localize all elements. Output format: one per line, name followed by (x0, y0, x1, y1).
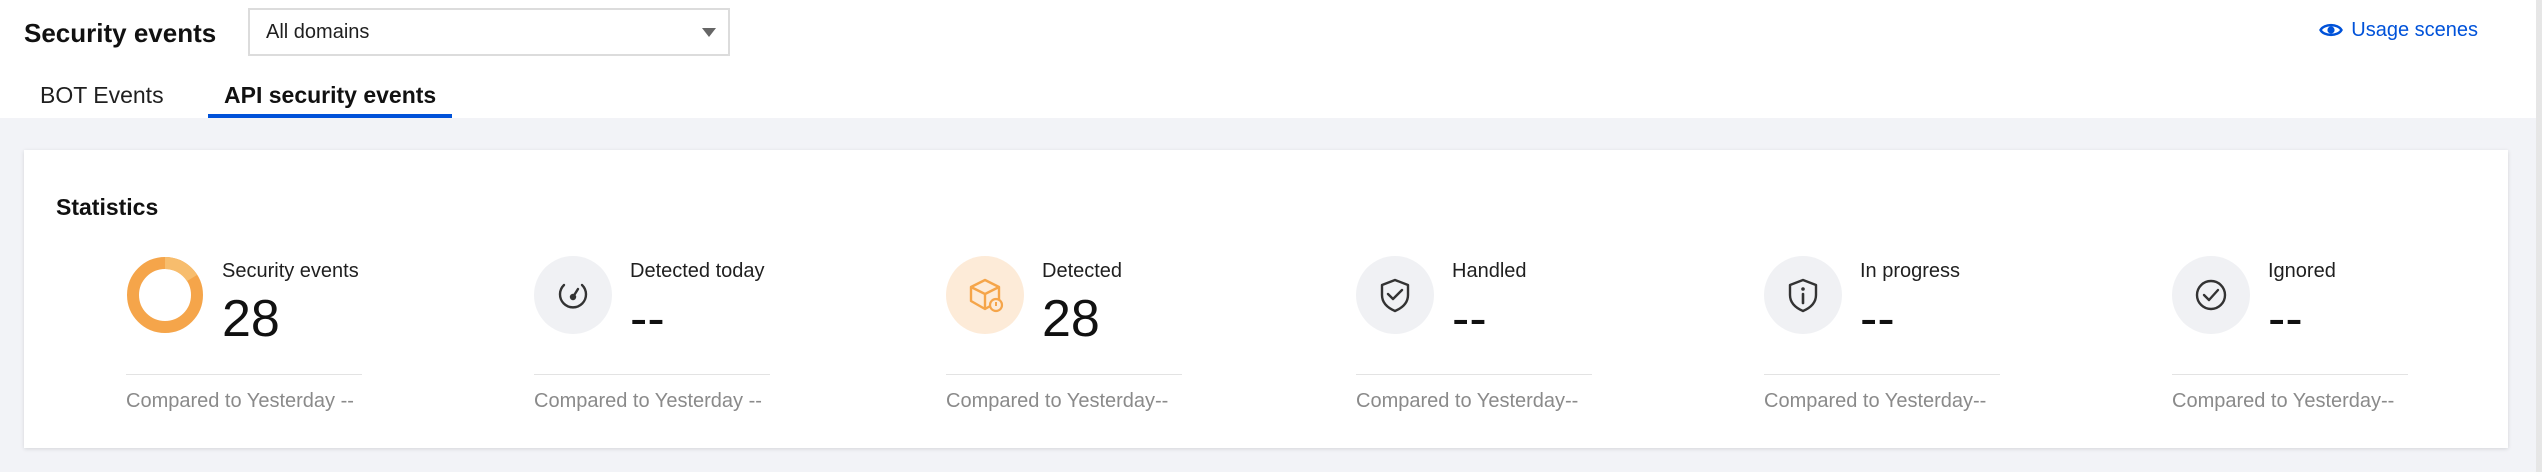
scrollbar[interactable] (2536, 0, 2542, 472)
tab-bot-events[interactable]: BOT Events (40, 72, 164, 118)
stat-value: 28 (222, 290, 280, 348)
stat-label: Security events (222, 260, 359, 282)
stat-label: In progress (1860, 260, 1961, 282)
stat-compare: Compared to Yesterday-- (1764, 390, 1987, 412)
stat-compare: Compared to Yesterday-- (946, 390, 1169, 412)
shield-info-icon (1764, 256, 1842, 334)
statistics-title: Statistics (56, 194, 159, 220)
stat-value: -- (2268, 290, 2303, 348)
page-title: Security events (24, 18, 217, 48)
divider (2172, 374, 2408, 375)
active-tab-indicator (208, 114, 452, 118)
stat-compare: Compared to Yesterday-- (2172, 390, 2395, 412)
stat-value: 28 (1042, 290, 1100, 348)
stat-security-events: Security events 28 Compared to Yesterday… (126, 256, 426, 426)
divider (1356, 374, 1592, 375)
stat-label: Handled (1452, 260, 1527, 282)
gauge-icon (534, 256, 612, 334)
box-alert-icon (946, 256, 1024, 334)
usage-scenes-label: Usage scenes (2351, 18, 2478, 41)
stat-label: Ignored (2268, 260, 2336, 282)
stat-compare: Compared to Yesterday -- (534, 390, 762, 412)
stat-compare: Compared to Yesterday-- (1356, 390, 1579, 412)
eye-icon (2319, 23, 2344, 37)
tab-api-security-events[interactable]: API security events (224, 72, 436, 118)
check-circle-icon (2172, 256, 2250, 334)
divider (534, 374, 770, 375)
stat-in-progress: In progress -- Compared to Yesterday-- (1764, 256, 2064, 426)
domain-select-value: All domains (266, 20, 370, 43)
divider (946, 374, 1182, 375)
stat-detected-today: Detected today -- Compared to Yesterday … (534, 256, 834, 426)
shield-check-icon (1356, 256, 1434, 334)
chevron-down-icon (702, 28, 716, 37)
divider (126, 374, 362, 375)
stat-label: Detected today (630, 260, 765, 282)
stat-label: Detected (1042, 260, 1123, 282)
stat-handled: Handled -- Compared to Yesterday-- (1356, 256, 1656, 426)
usage-scenes-link[interactable]: Usage scenes (2319, 18, 2478, 42)
stat-value: -- (1452, 290, 1487, 348)
stat-ignored: Ignored -- Compared to Yesterday-- (2172, 256, 2472, 426)
top-bar: Security events All domains Usage scenes… (0, 0, 2542, 118)
domain-select[interactable]: All domains (248, 8, 730, 56)
divider (1764, 374, 2000, 375)
stat-value: -- (1860, 290, 1895, 348)
statistics-card: Statistics Security events 28 Compared t… (24, 150, 2508, 448)
stat-compare: Compared to Yesterday -- (126, 390, 354, 412)
donut-chart-icon (126, 256, 204, 334)
stat-value: -- (630, 290, 665, 348)
stat-detected: Detected 28 Compared to Yesterday-- (946, 256, 1246, 426)
